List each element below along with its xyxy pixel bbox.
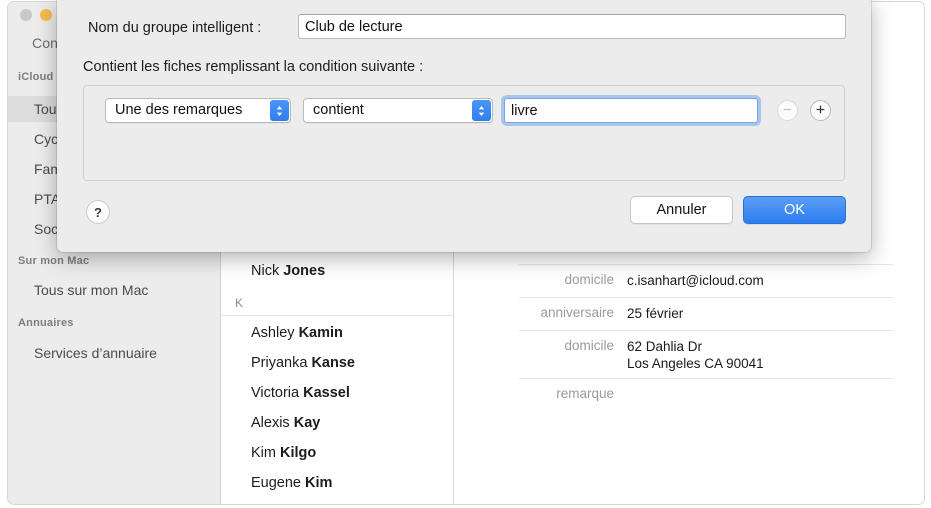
contact-first-name: Priyanka: [251, 355, 312, 371]
chevron-up-down-icon: [270, 100, 289, 121]
minus-icon: [782, 102, 793, 120]
ok-button-label: OK: [784, 202, 805, 218]
cancel-button[interactable]: Annuler: [630, 196, 733, 224]
detail-bottom-bar: + Modifier: [900, 454, 924, 504]
list-item[interactable]: Victoria Kassel: [221, 378, 453, 408]
detail-row: domicile 62 Dahlia Dr Los Angeles CA 900…: [519, 330, 893, 378]
smart-group-dialog: Nom du groupe intelligent : Contient les…: [57, 0, 871, 252]
detail-field-list: domicile c.isanhart@icloud.com anniversa…: [519, 264, 893, 411]
condition-field-dropdown[interactable]: Une des remarques: [105, 98, 291, 123]
contact-first-name: Victoria: [251, 385, 304, 401]
detail-field-label: anniversaire: [540, 305, 614, 320]
window-controls[interactable]: [20, 9, 52, 21]
contact-last-name: Kassel: [303, 385, 350, 401]
list-item[interactable]: Ashley Kamin: [221, 318, 453, 348]
contact-first-name: Eugene: [251, 475, 306, 491]
contact-last-name: Kim: [305, 475, 333, 491]
ok-button[interactable]: OK: [743, 196, 846, 224]
detail-row: domicile c.isanhart@icloud.com: [519, 264, 893, 297]
list-item[interactable]: Alexis Kay: [221, 408, 453, 438]
contact-first-name: Ashley: [251, 325, 299, 341]
condition-field-dropdown-label: Une des remarques: [115, 102, 243, 118]
sidebar-group-header-icloud: iCloud: [18, 71, 54, 83]
contact-first-name: Kim: [251, 445, 280, 461]
sidebar-group-header-directories: Annuaires: [18, 317, 74, 329]
detail-field-value: c.isanhart@icloud.com: [627, 273, 764, 288]
contact-first-name: Nick: [251, 263, 284, 279]
condition-group-box: Une des remarques contient: [83, 85, 845, 181]
detail-row: remarque: [519, 378, 893, 411]
condition-operator-dropdown-label: contient: [313, 102, 364, 118]
detail-row: anniversaire 25 février: [519, 297, 893, 330]
contact-last-name: Kilgo: [280, 445, 317, 461]
list-item[interactable]: Nick Jones: [221, 256, 453, 286]
detail-field-value: 62 Dahlia Dr Los Angeles CA 90041: [627, 339, 764, 371]
chevron-up-down-icon: [472, 100, 491, 121]
close-window-button[interactable]: [20, 9, 32, 21]
plus-icon: [815, 102, 826, 120]
smart-group-name-label: Nom du groupe intelligent :: [88, 20, 262, 36]
detail-field-value: 25 février: [627, 306, 684, 321]
sidebar-item-all-on-my-mac[interactable]: Tous sur mon Mac: [8, 277, 220, 303]
sidebar-group-header-on-my-mac: Sur mon Mac: [18, 255, 90, 267]
sidebar-item-directory-services[interactable]: Services d’annuaire: [8, 340, 220, 366]
minimize-window-button[interactable]: [40, 9, 52, 21]
list-item[interactable]: Priyanka Kanse: [221, 348, 453, 378]
detail-field-label: remarque: [556, 386, 614, 401]
remove-condition-button[interactable]: [777, 100, 798, 121]
contact-last-name: Kamin: [298, 325, 343, 341]
contact-last-name: Jones: [283, 263, 326, 279]
detail-field-label: domicile: [564, 272, 614, 287]
contact-first-name: Alexis: [251, 415, 294, 431]
condition-value-input[interactable]: [504, 98, 758, 123]
screen: Contacts iCloud Toutes les fiches iCloud…: [0, 0, 931, 508]
list-item[interactable]: Eugene Kim: [221, 468, 453, 498]
list-item[interactable]: Kim Kilgo: [221, 438, 453, 468]
list-section-header: K: [221, 292, 453, 316]
detail-field-label: domicile: [564, 338, 614, 353]
contact-last-name: Kay: [293, 415, 321, 431]
condition-operator-dropdown[interactable]: contient: [303, 98, 493, 123]
smart-group-name-input[interactable]: [298, 14, 846, 39]
contact-last-name: Kanse: [311, 355, 355, 371]
cancel-button-label: Annuler: [656, 202, 707, 218]
add-condition-button[interactable]: [810, 100, 831, 121]
question-mark-icon: ?: [94, 204, 102, 220]
condition-description-label: Contient les fiches remplissant la condi…: [83, 59, 424, 75]
help-button[interactable]: ?: [86, 200, 110, 224]
